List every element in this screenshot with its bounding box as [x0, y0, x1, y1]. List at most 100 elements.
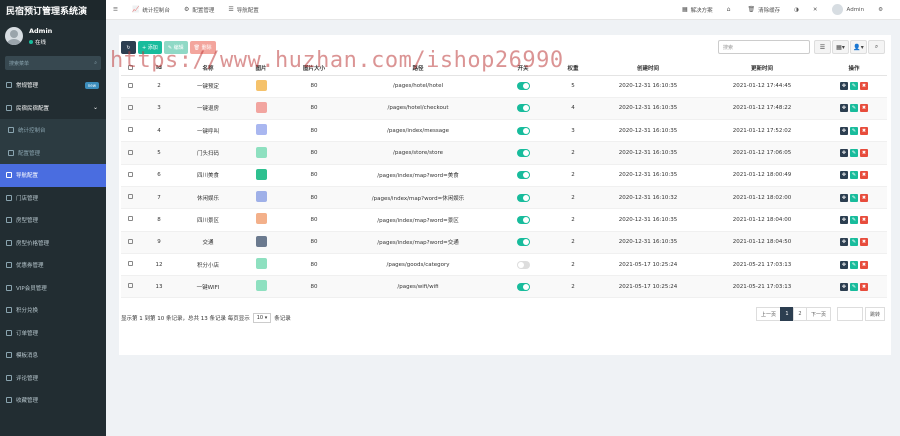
sidebar-item[interactable]: 导航配置 — [0, 164, 106, 187]
next-page-button[interactable]: 下一页 — [805, 307, 831, 321]
sidebar-item[interactable]: 统计控制台 — [0, 119, 106, 142]
status-toggle[interactable] — [516, 193, 530, 202]
edit-row-button[interactable]: ✎ — [850, 193, 858, 202]
status-toggle[interactable] — [516, 82, 530, 91]
cell-image[interactable] — [237, 75, 285, 98]
top-tab-nav[interactable]: ☰ 导航配置 — [221, 6, 265, 14]
drag-handle-icon[interactable]: ✥ — [840, 126, 848, 135]
edit-row-button[interactable]: ✎ — [850, 260, 858, 269]
column-header[interactable]: Id — [139, 62, 179, 76]
delete-row-button[interactable]: ✖ — [860, 149, 868, 158]
column-header[interactable]: 图片 — [237, 62, 285, 76]
cell-image[interactable] — [237, 208, 285, 232]
table-row[interactable]: 6 四川美食 80/pages/index/map?word=美食 2 2020-12-… — [121, 164, 887, 187]
image-thumbnail[interactable] — [255, 168, 267, 180]
column-header[interactable]: 更新时间 — [703, 62, 821, 76]
theme-button[interactable]: ◑ — [787, 7, 806, 13]
sidebar-item[interactable]: 门店管理 — [0, 187, 106, 210]
sidebar-item[interactable]: 积分兑换 — [0, 299, 106, 322]
delete-row-button[interactable]: ✖ — [860, 126, 868, 135]
refresh-button[interactable]: ↻ — [121, 41, 136, 54]
edit-row-button[interactable]: ✎ — [850, 215, 858, 224]
table-row[interactable]: 13 一键WIFI 80/pages/wifi/wifi 2 2021-05-17 10… — [121, 275, 887, 299]
drag-handle-icon[interactable]: ✥ — [840, 215, 848, 224]
page-button-1[interactable]: 1 — [779, 307, 794, 321]
sidebar-item[interactable]: 房型管理 — [0, 209, 106, 232]
delete-row-button[interactable]: ✖ — [860, 215, 868, 224]
status-toggle[interactable] — [516, 104, 530, 113]
sidebar-item[interactable]: 优惠券管理 — [0, 254, 106, 277]
status-toggle[interactable] — [516, 171, 530, 180]
row-checkbox[interactable] — [121, 97, 139, 121]
status-toggle[interactable] — [516, 149, 530, 158]
columns-button[interactable]: ▦▾ — [832, 40, 849, 54]
table-row[interactable]: 3 一键退房 80/pages/hotel/checkout 4 2020-12-31 … — [121, 97, 887, 121]
toggle-view-button[interactable]: ☰ — [814, 40, 831, 54]
edit-row-button[interactable]: ✎ — [850, 126, 858, 135]
delete-row-button[interactable]: ✖ — [860, 260, 868, 269]
row-checkbox[interactable] — [121, 75, 139, 98]
home-link[interactable]: ⌂ — [720, 6, 741, 13]
sidebar-item[interactable]: 订单管理 — [0, 322, 106, 345]
image-thumbnail[interactable] — [255, 213, 267, 225]
edit-row-button[interactable]: ✎ — [850, 149, 858, 158]
cell-image[interactable] — [237, 119, 285, 143]
drag-handle-icon[interactable]: ✥ — [840, 260, 848, 269]
edit-row-button[interactable]: ✎ — [850, 171, 858, 180]
export-button[interactable]: 👤▾ — [850, 40, 867, 54]
edit-row-button[interactable]: ✎ — [850, 104, 858, 113]
sidebar-toggle-button[interactable]: ☰ — [106, 7, 125, 13]
select-all-checkbox[interactable] — [121, 62, 139, 76]
cell-image[interactable] — [237, 141, 285, 165]
image-thumbnail[interactable] — [255, 79, 267, 91]
status-toggle[interactable] — [516, 282, 530, 291]
delete-row-button[interactable]: ✖ — [860, 238, 868, 247]
delete-row-button[interactable]: ✖ — [860, 282, 868, 291]
drag-handle-icon[interactable]: ✥ — [840, 282, 848, 291]
cell-image[interactable] — [237, 253, 285, 277]
row-checkbox[interactable] — [121, 141, 139, 165]
image-thumbnail[interactable] — [255, 101, 267, 113]
drag-handle-icon[interactable]: ✥ — [840, 238, 848, 247]
column-header[interactable]: 路径 — [343, 62, 493, 76]
search-button[interactable]: ⌕ — [868, 40, 885, 54]
clear-cache-button[interactable]: 🗑 清除缓存 — [740, 6, 787, 14]
image-thumbnail[interactable] — [255, 124, 267, 136]
table-row[interactable]: 12 积分小店 80/pages/goods/category 2 2021-05-17… — [121, 253, 887, 277]
column-header[interactable]: 创建时间 — [593, 62, 703, 76]
jump-button[interactable]: 跳转 — [864, 307, 885, 321]
column-header[interactable]: 名称 — [179, 62, 237, 76]
status-toggle[interactable] — [516, 215, 530, 224]
sidebar-item[interactable]: 民宿民宿配置 ⌄ — [0, 97, 106, 120]
cell-image[interactable] — [237, 164, 285, 187]
app-title[interactable]: 民宿预订管理系统演 — [0, 0, 106, 20]
image-thumbnail[interactable] — [255, 280, 267, 292]
top-tab-dashboard[interactable]: 📈 统计控制台 — [125, 6, 177, 14]
drag-handle-icon[interactable]: ✥ — [840, 149, 848, 158]
row-checkbox[interactable] — [121, 186, 139, 210]
row-checkbox[interactable] — [121, 253, 139, 277]
solution-link[interactable]: ▦ 解决方案 — [675, 6, 720, 14]
cell-image[interactable] — [237, 231, 285, 254]
table-search-input[interactable]: 搜索 — [718, 40, 810, 54]
sidebar-item[interactable]: 模板消息 — [0, 344, 106, 367]
delete-button[interactable]: 🗑 删除 — [189, 41, 216, 54]
row-checkbox[interactable] — [121, 208, 139, 232]
column-header[interactable]: 图片大小 — [285, 62, 343, 76]
sidebar-item[interactable]: 常规管理 new — [0, 74, 106, 97]
table-row[interactable]: 9 交通 80/pages/index/map?word=交通 2 2020-12-31… — [121, 231, 887, 254]
image-thumbnail[interactable] — [255, 258, 267, 270]
status-toggle[interactable] — [516, 238, 530, 247]
sidebar-item[interactable]: 房型价格管理 — [0, 232, 106, 255]
page-button-2[interactable]: 2 — [792, 307, 807, 321]
edit-row-button[interactable]: ✎ — [850, 238, 858, 247]
sidebar-item[interactable]: 收藏管理 — [0, 389, 106, 412]
sidebar-item[interactable]: 评论管理 — [0, 367, 106, 390]
row-checkbox[interactable] — [121, 164, 139, 187]
table-row[interactable]: 7 休闲娱乐 80/pages/index/map?word=休闲娱乐 2 2020-1… — [121, 186, 887, 210]
edit-button[interactable]: ✎ 编辑 — [163, 41, 188, 54]
add-button[interactable]: + 添加 — [138, 41, 162, 54]
image-thumbnail[interactable] — [255, 191, 267, 203]
column-header[interactable]: 开关 — [493, 62, 553, 76]
table-row[interactable]: 4 一键呼叫 80/pages/index/message 3 2020-12-31 1… — [121, 119, 887, 143]
